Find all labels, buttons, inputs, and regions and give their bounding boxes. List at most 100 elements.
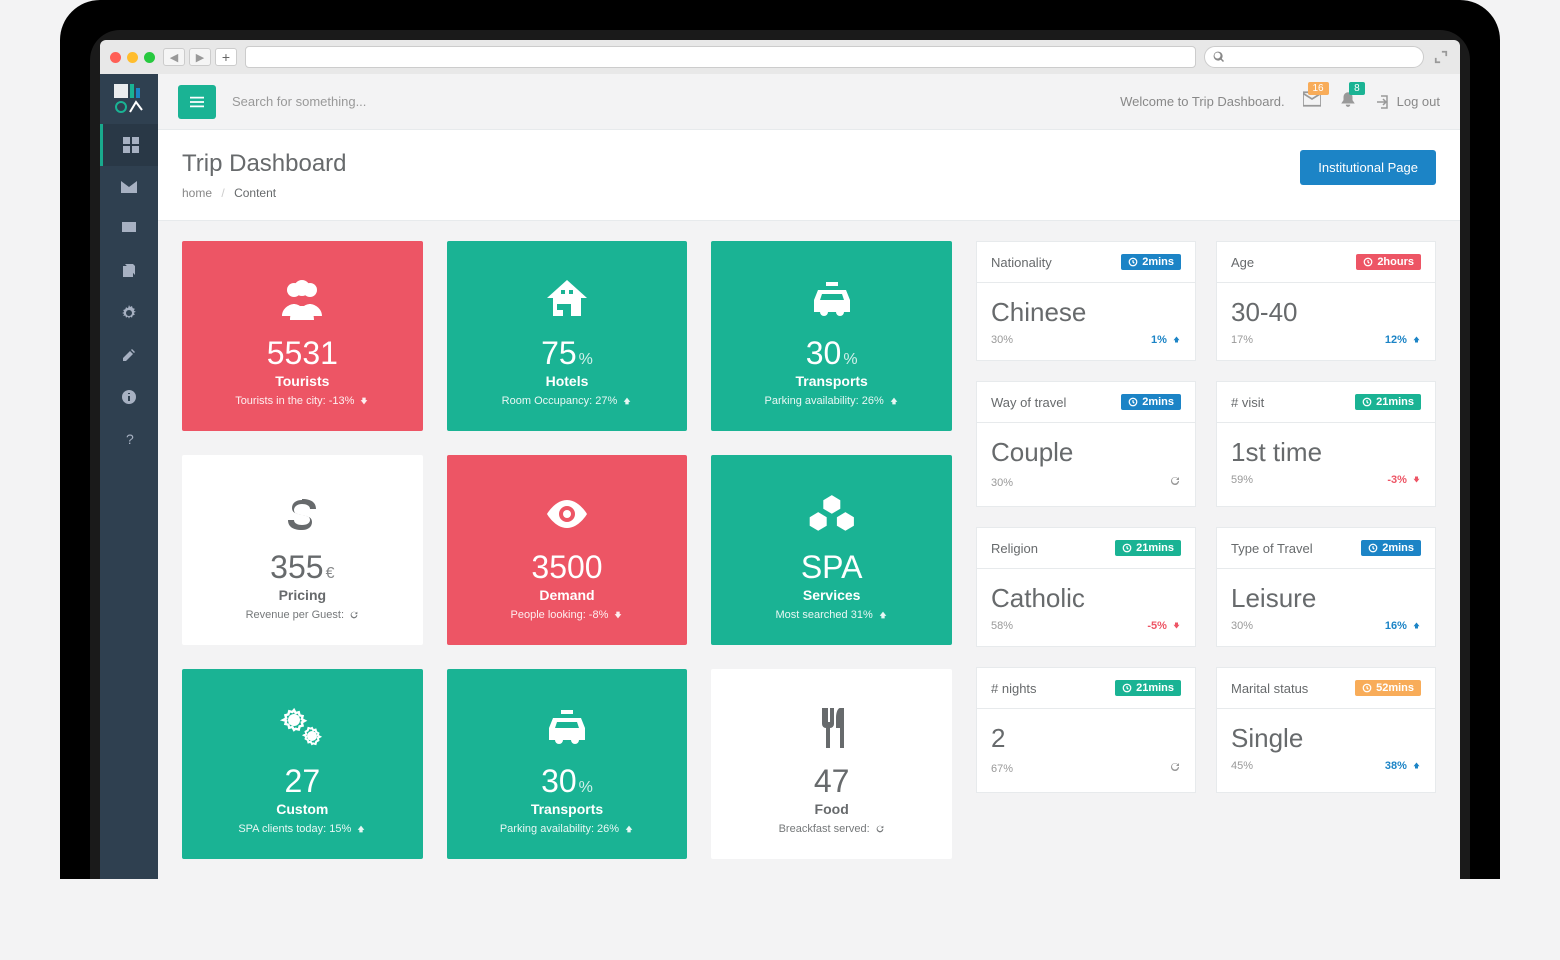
tile-transports[interactable]: 30% Transports Parking availability: 26% — [711, 241, 952, 431]
info-value: 30-40 — [1231, 297, 1421, 328]
search-input[interactable] — [232, 94, 1120, 109]
tile-label: Food — [815, 801, 849, 817]
app-logo — [100, 74, 158, 124]
tile-demand[interactable]: 3500 Demand People looking: -8% — [447, 455, 688, 645]
page-header: Trip Dashboard home / Content Institutio… — [158, 130, 1460, 221]
tile-pricing[interactable]: 355€ Pricing Revenue per Guest: — [182, 455, 423, 645]
sidebar-item-files[interactable] — [100, 250, 158, 292]
info-pct: 17% — [1231, 334, 1253, 346]
sidebar-item-info[interactable] — [100, 376, 158, 418]
device-inner: ◀ ▶ + — [90, 30, 1470, 879]
info-card-title: Age — [1231, 255, 1254, 270]
info-pct: 45% — [1231, 760, 1253, 772]
browser-nav: ◀ ▶ + — [163, 48, 237, 66]
info-value: 1st time — [1231, 437, 1421, 468]
tile-subtitle: Breackfast served: — [779, 823, 885, 835]
refresh-icon — [1169, 760, 1181, 778]
info-card-type-of-travel[interactable]: Type of Travel 2mins Leisure 30% 16% — [1216, 527, 1436, 647]
info-delta: 12% — [1385, 334, 1421, 346]
institutional-page-button[interactable]: Institutional Page — [1300, 150, 1436, 185]
tile-hotels[interactable]: 75% Hotels Room Occupancy: 27% — [447, 241, 688, 431]
info-card-title: # nights — [991, 681, 1037, 696]
traffic-lights — [110, 52, 155, 63]
menu-toggle-button[interactable] — [178, 85, 216, 119]
info-delta: -5% — [1147, 620, 1181, 632]
tile-value: 75% — [541, 337, 593, 369]
url-bar[interactable] — [245, 46, 1196, 68]
tile-value: 47 — [814, 765, 850, 797]
topbar: Welcome to Trip Dashboard. 16 8 Log out — [158, 74, 1460, 130]
time-badge: 21mins — [1115, 680, 1181, 696]
tile-label: Hotels — [546, 373, 589, 389]
tile-value: 30% — [806, 337, 858, 369]
sidebar-item-dashboard[interactable] — [100, 124, 158, 166]
refresh-icon — [1169, 474, 1181, 492]
tile-value: 27 — [285, 765, 321, 797]
tile-custom[interactable]: 27 Custom SPA clients today: 15% — [182, 669, 423, 859]
info-card-title: Marital status — [1231, 681, 1308, 696]
info-card-title: Religion — [991, 541, 1038, 556]
info-card-religion[interactable]: Religion 21mins Catholic 58% -5% — [976, 527, 1196, 647]
taxi-icon — [808, 276, 856, 329]
welcome-text: Welcome to Trip Dashboard. — [1120, 94, 1285, 109]
maximize-window-icon[interactable] — [144, 52, 155, 63]
info-card-way-of-travel[interactable]: Way of travel 2mins Couple 30% — [976, 381, 1196, 507]
tile-transports[interactable]: 30% Transports Parking availability: 26% — [447, 669, 688, 859]
info-pct: 30% — [1231, 620, 1253, 632]
expand-icon[interactable] — [1432, 48, 1450, 66]
svg-text:?: ? — [126, 431, 134, 447]
time-badge: 2mins — [1121, 254, 1181, 270]
gears-icon — [278, 704, 326, 757]
info-card-marital-status[interactable]: Marital status 52mins Single 45% 38% — [1216, 667, 1436, 793]
info-column: Nationality 2mins Chinese 30% 1% Age 2ho… — [976, 241, 1436, 859]
breadcrumb-home[interactable]: home — [182, 186, 212, 200]
back-button[interactable]: ◀ — [163, 48, 185, 66]
bell-badge: 8 — [1349, 82, 1365, 95]
time-badge: 2mins — [1361, 540, 1421, 556]
tile-tourists[interactable]: 5531 Tourists Tourists in the city: -13% — [182, 241, 423, 431]
forward-button[interactable]: ▶ — [189, 48, 211, 66]
breadcrumb: home / Content — [182, 186, 347, 200]
sidebar-item-edit[interactable] — [100, 334, 158, 376]
logout-button[interactable]: Log out — [1375, 94, 1440, 110]
sidebar-item-mail[interactable] — [100, 166, 158, 208]
info-pct: 67% — [991, 763, 1013, 775]
tile-subtitle: Parking availability: 26% — [500, 823, 634, 835]
info-card-age[interactable]: Age 2hours 30-40 17% 12% — [1216, 241, 1436, 361]
sidebar-item-monitor[interactable] — [100, 208, 158, 250]
tile-subtitle: SPA clients today: 15% — [238, 823, 366, 835]
info-pct: 30% — [991, 477, 1013, 489]
device-bezel: ◀ ▶ + — [60, 0, 1500, 879]
tile-value: 5531 — [267, 337, 338, 369]
eye-icon — [543, 490, 591, 543]
page-title: Trip Dashboard — [182, 150, 347, 178]
tile-subtitle: Most searched 31% — [776, 609, 888, 621]
tile-value: SPA — [801, 551, 863, 583]
time-badge: 52mins — [1355, 680, 1421, 696]
tile-food[interactable]: 47 Food Breackfast served: — [711, 669, 952, 859]
mail-badge: 16 — [1308, 82, 1329, 95]
info-card-nationality[interactable]: Nationality 2mins Chinese 30% 1% — [976, 241, 1196, 361]
new-tab-button[interactable]: + — [215, 48, 237, 66]
sidebar-item-help[interactable]: ? — [100, 418, 158, 460]
cubes-icon — [808, 490, 856, 543]
tile-subtitle: Parking availability: 26% — [765, 395, 899, 407]
bell-notifications[interactable]: 8 — [1339, 90, 1357, 113]
taxi-icon — [543, 704, 591, 757]
minimize-window-icon[interactable] — [127, 52, 138, 63]
tile-label: Custom — [276, 801, 328, 817]
tile-services[interactable]: SPA Services Most searched 31% — [711, 455, 952, 645]
info-delta: 38% — [1385, 760, 1421, 772]
browser-search[interactable] — [1204, 46, 1424, 68]
info-card--nights[interactable]: # nights 21mins 2 67% — [976, 667, 1196, 793]
sidebar-item-settings[interactable] — [100, 292, 158, 334]
info-pct: 59% — [1231, 474, 1253, 486]
time-badge: 21mins — [1355, 394, 1421, 410]
info-value: Single — [1231, 723, 1421, 754]
tile-value: 30% — [541, 765, 593, 797]
close-window-icon[interactable] — [110, 52, 121, 63]
tiles-grid: 5531 Tourists Tourists in the city: -13%… — [182, 241, 952, 859]
logout-label: Log out — [1397, 94, 1440, 109]
mail-notifications[interactable]: 16 — [1303, 90, 1321, 113]
info-card--visit[interactable]: # visit 21mins 1st time 59% -3% — [1216, 381, 1436, 507]
